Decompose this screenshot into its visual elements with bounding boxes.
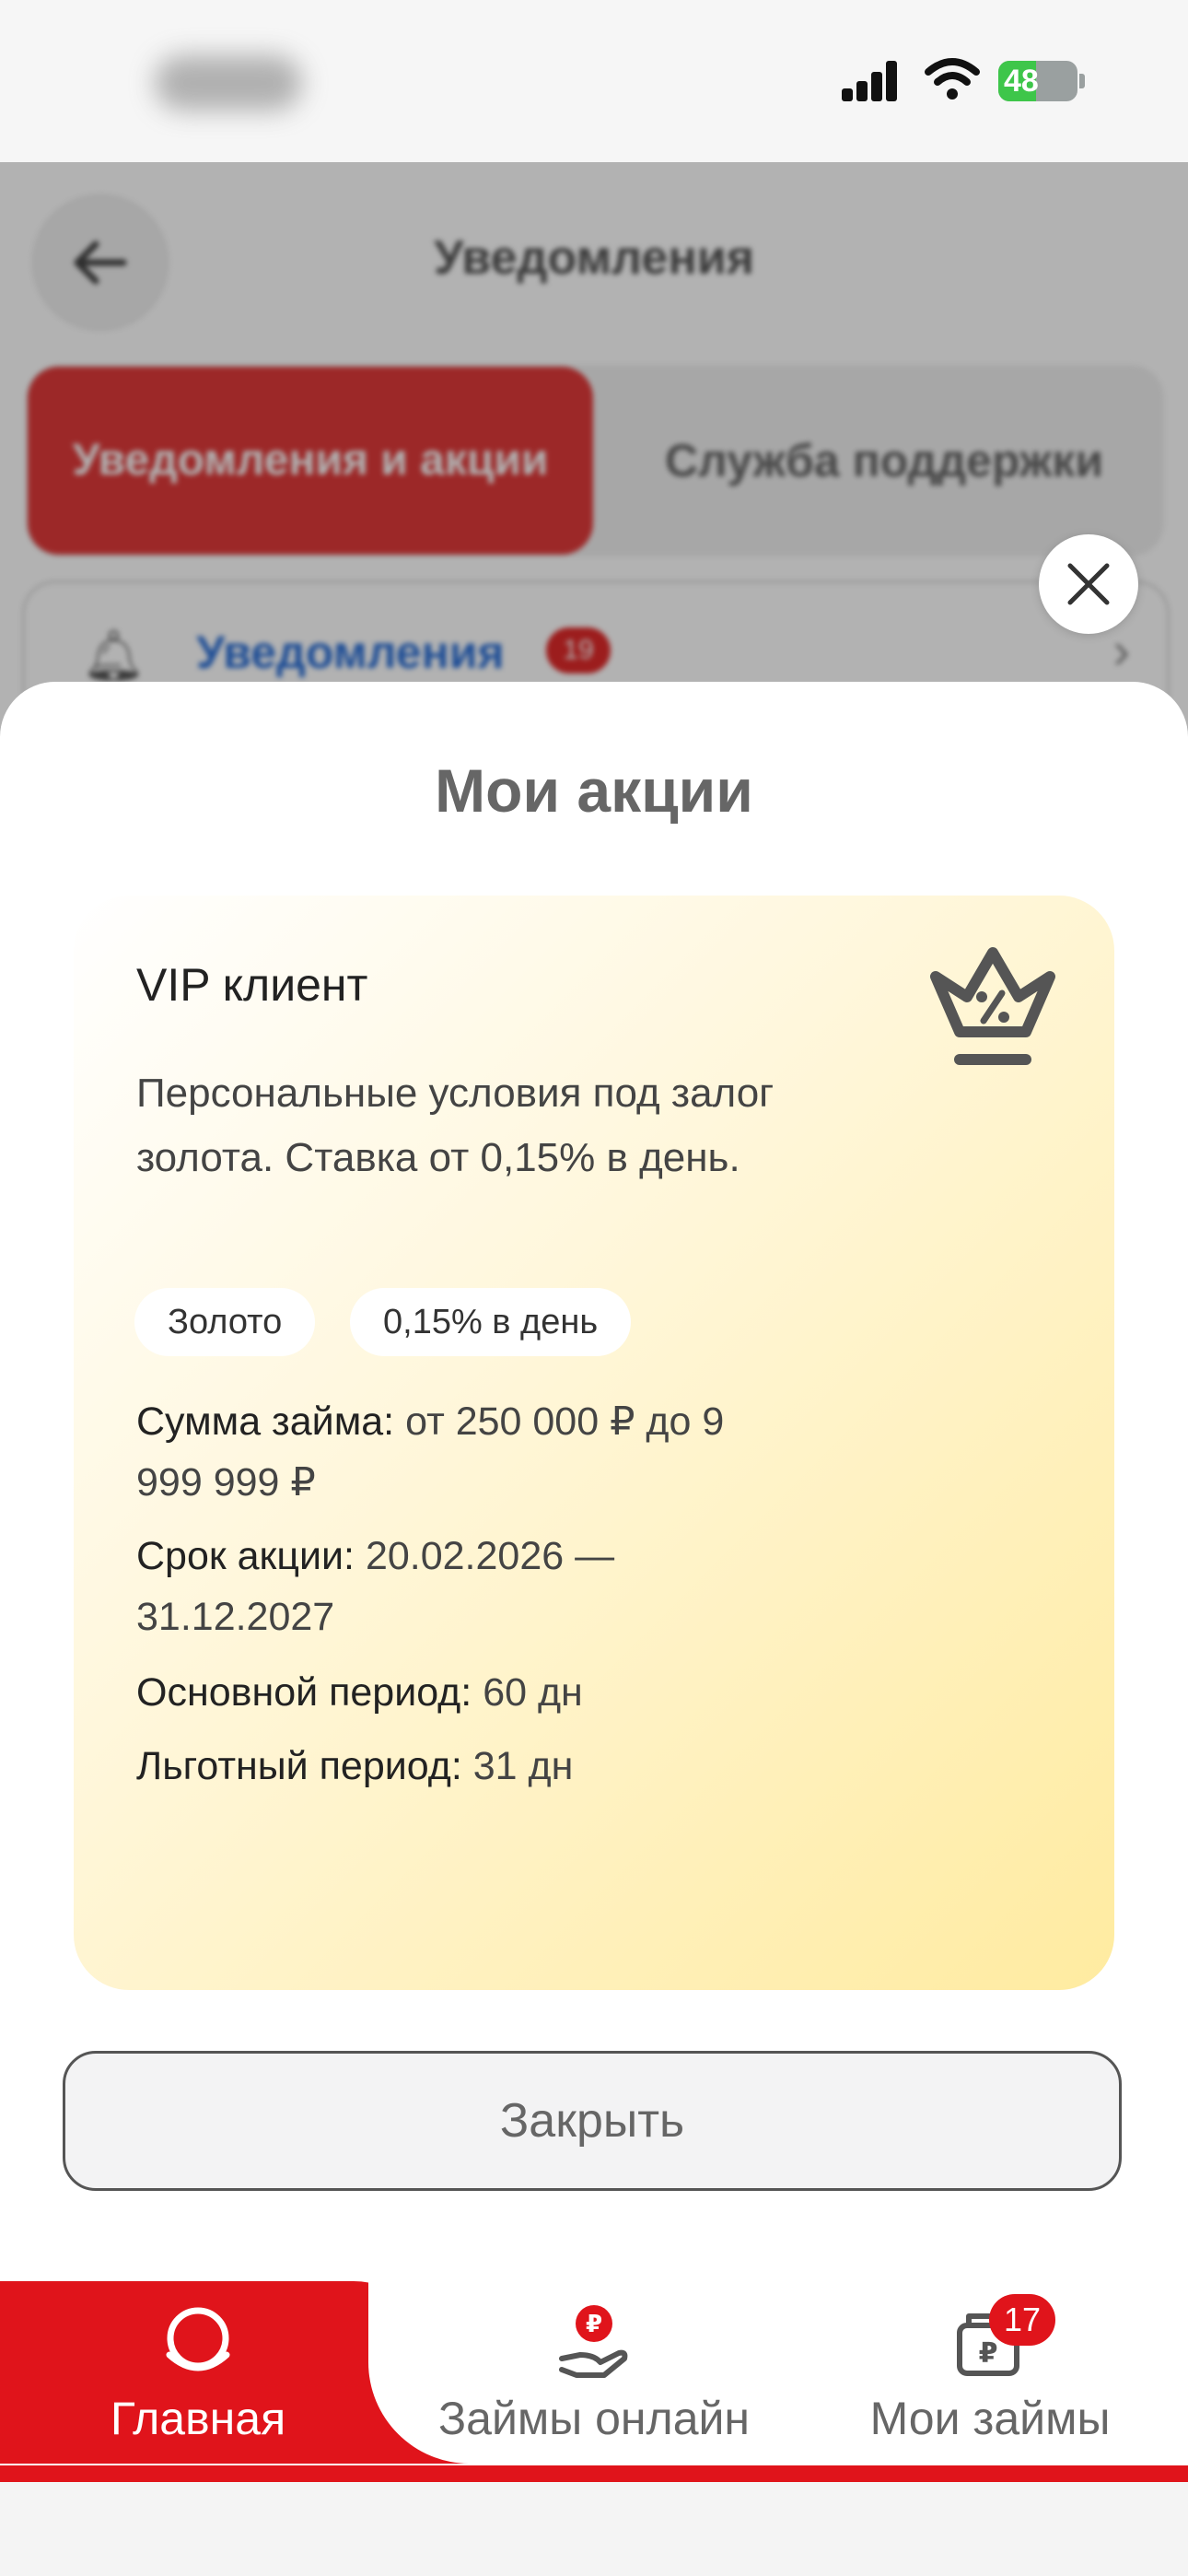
close-button[interactable]: Закрыть [63, 2051, 1122, 2191]
grace-period-label: Льготный период: [136, 1744, 462, 1788]
main-period-value: 60 дн [483, 1670, 583, 1715]
time-blurred [155, 55, 302, 111]
tab-home-label: Главная [110, 2393, 286, 2444]
status-bar: 48 [0, 0, 1188, 162]
loan-amount-label: Сумма займа: [136, 1399, 395, 1444]
main-period-row: Основной период: 60 дн [136, 1662, 781, 1723]
svg-text:₽: ₽ [586, 2311, 602, 2338]
home-indicator-area [0, 2482, 1188, 2576]
svg-text:₽: ₽ [979, 2337, 998, 2370]
main-period-label: Основной период: [136, 1670, 472, 1715]
battery-icon: 48 [998, 61, 1077, 101]
promo-period-row: Срок акции: 20.02.2026 — 31.12.2027 [136, 1526, 781, 1647]
battery-level: 48 [1004, 64, 1039, 99]
close-icon [1067, 563, 1110, 605]
loan-amount-row: Сумма займа: от 250 000 ₽ до 9 999 999 ₽ [136, 1391, 781, 1513]
tab-online-loans-label: Займы онлайн [437, 2393, 751, 2444]
tab-online-loans[interactable]: ₽ Займы онлайн [396, 2281, 792, 2464]
tab-my-loans[interactable]: ₽ Мои займы [792, 2281, 1188, 2464]
wifi-icon [925, 58, 980, 100]
promo-period-label: Срок акции: [136, 1534, 355, 1578]
close-sheet-button[interactable] [1039, 534, 1138, 634]
crown-percent-icon [930, 947, 1055, 1065]
tab-my-loans-label: Мои займы [869, 2393, 1111, 2444]
battery-tip [1079, 74, 1085, 88]
home-ring-icon [166, 2307, 230, 2371]
grace-period-row: Льготный период: 31 дн [136, 1736, 781, 1797]
tab-home[interactable]: Главная [0, 2281, 396, 2464]
tag-gold: Золото [134, 1288, 316, 1356]
tab-bar-underline [0, 2465, 1188, 2482]
cellular-signal-icon [842, 61, 906, 101]
promo-title: VIP клиент [136, 959, 368, 1011]
tag-rate: 0,15% в день [350, 1288, 632, 1356]
promo-description: Персональные условия под залог золота. С… [136, 1071, 775, 1180]
online-loan-icon: ₽ [559, 2305, 628, 2378]
my-loans-badge: 17 [989, 2294, 1055, 2346]
grace-period-value: 31 дн [472, 1744, 574, 1788]
sheet-title: Мои акции [435, 756, 753, 825]
